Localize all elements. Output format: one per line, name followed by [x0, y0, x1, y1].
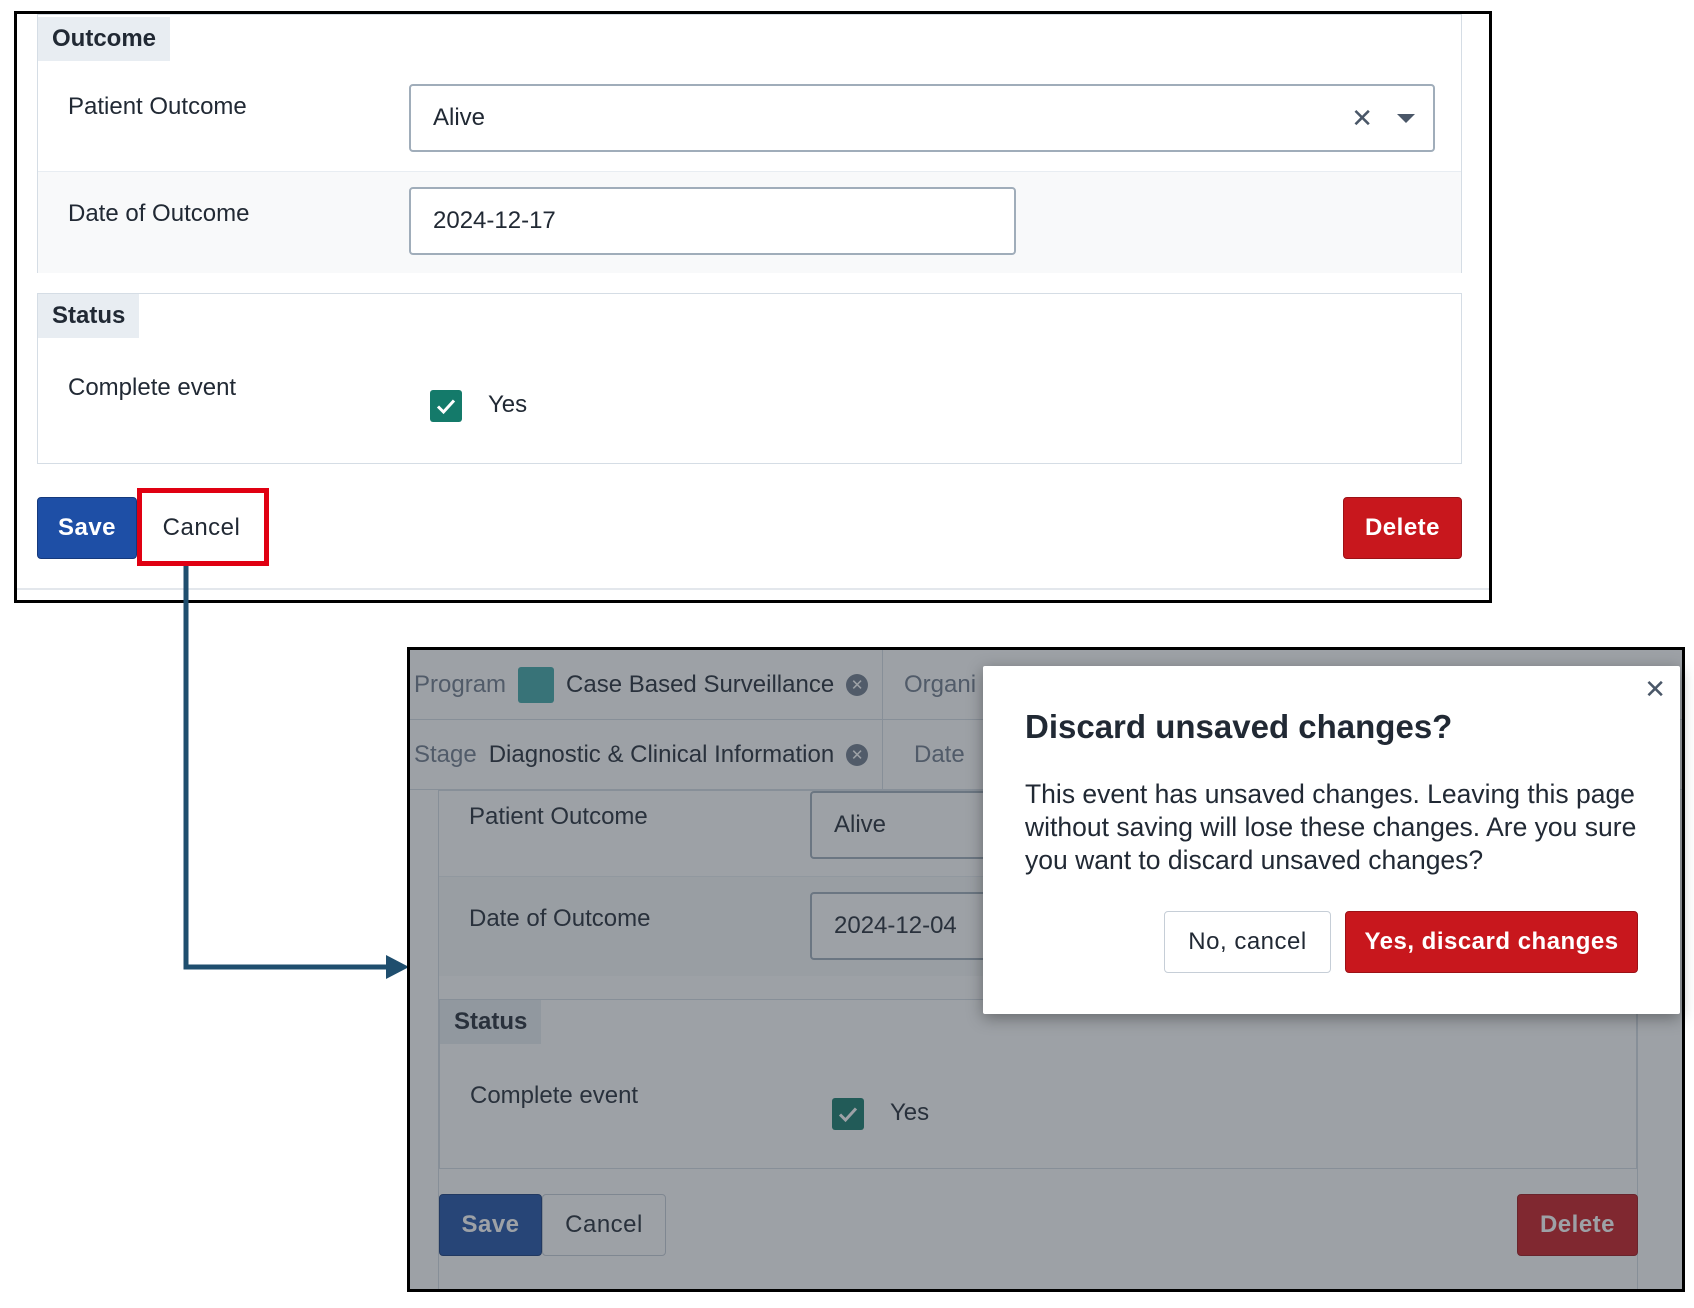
dialog-body: This event has unsaved changes. Leaving … — [1025, 779, 1637, 875]
clear-icon[interactable]: ✕ — [1351, 105, 1373, 131]
cancel-button[interactable]: Cancel — [140, 497, 263, 559]
delete-button[interactable]: Delete — [1343, 497, 1462, 559]
complete-event-checkbox[interactable] — [430, 390, 462, 422]
panel-bottom-divider — [17, 588, 1489, 590]
date-of-outcome-row: Date of Outcome 2024-12-17 — [38, 171, 1461, 273]
yes-discard-button[interactable]: Yes, discard changes — [1345, 911, 1638, 973]
date-of-outcome-value: 2024-12-17 — [433, 207, 556, 234]
dialog-title: Discard unsaved changes? — [1025, 708, 1453, 745]
save-button[interactable]: Save — [37, 497, 137, 559]
no-cancel-button[interactable]: No, cancel — [1164, 911, 1331, 973]
patient-outcome-select[interactable]: Alive ✕ — [409, 84, 1435, 152]
status-section: Status Complete event Yes — [37, 293, 1462, 464]
patient-outcome-row: Patient Outcome Alive ✕ — [38, 75, 1461, 171]
close-icon[interactable]: ✕ — [1644, 674, 1666, 705]
outcome-section-title: Outcome — [38, 17, 171, 61]
complete-event-yes-label: Yes — [488, 391, 528, 418]
date-of-outcome-input[interactable]: 2024-12-17 — [409, 187, 1016, 255]
patient-outcome-label: Patient Outcome — [68, 93, 247, 120]
outcome-section: Outcome Patient Outcome Alive ✕ Date of … — [37, 14, 1462, 273]
discard-changes-dialog: ✕ Discard unsaved changes? This event ha… — [983, 666, 1680, 1014]
patient-outcome-value: Alive — [433, 104, 486, 131]
arrowhead-icon — [386, 955, 409, 979]
checkmark-icon — [436, 399, 456, 415]
status-section-title: Status — [38, 294, 140, 338]
date-of-outcome-label: Date of Outcome — [68, 200, 250, 227]
event-form-before: Outcome Patient Outcome Alive ✕ Date of … — [14, 11, 1492, 603]
chevron-down-icon[interactable] — [1397, 113, 1415, 123]
complete-event-label: Complete event — [68, 374, 237, 401]
